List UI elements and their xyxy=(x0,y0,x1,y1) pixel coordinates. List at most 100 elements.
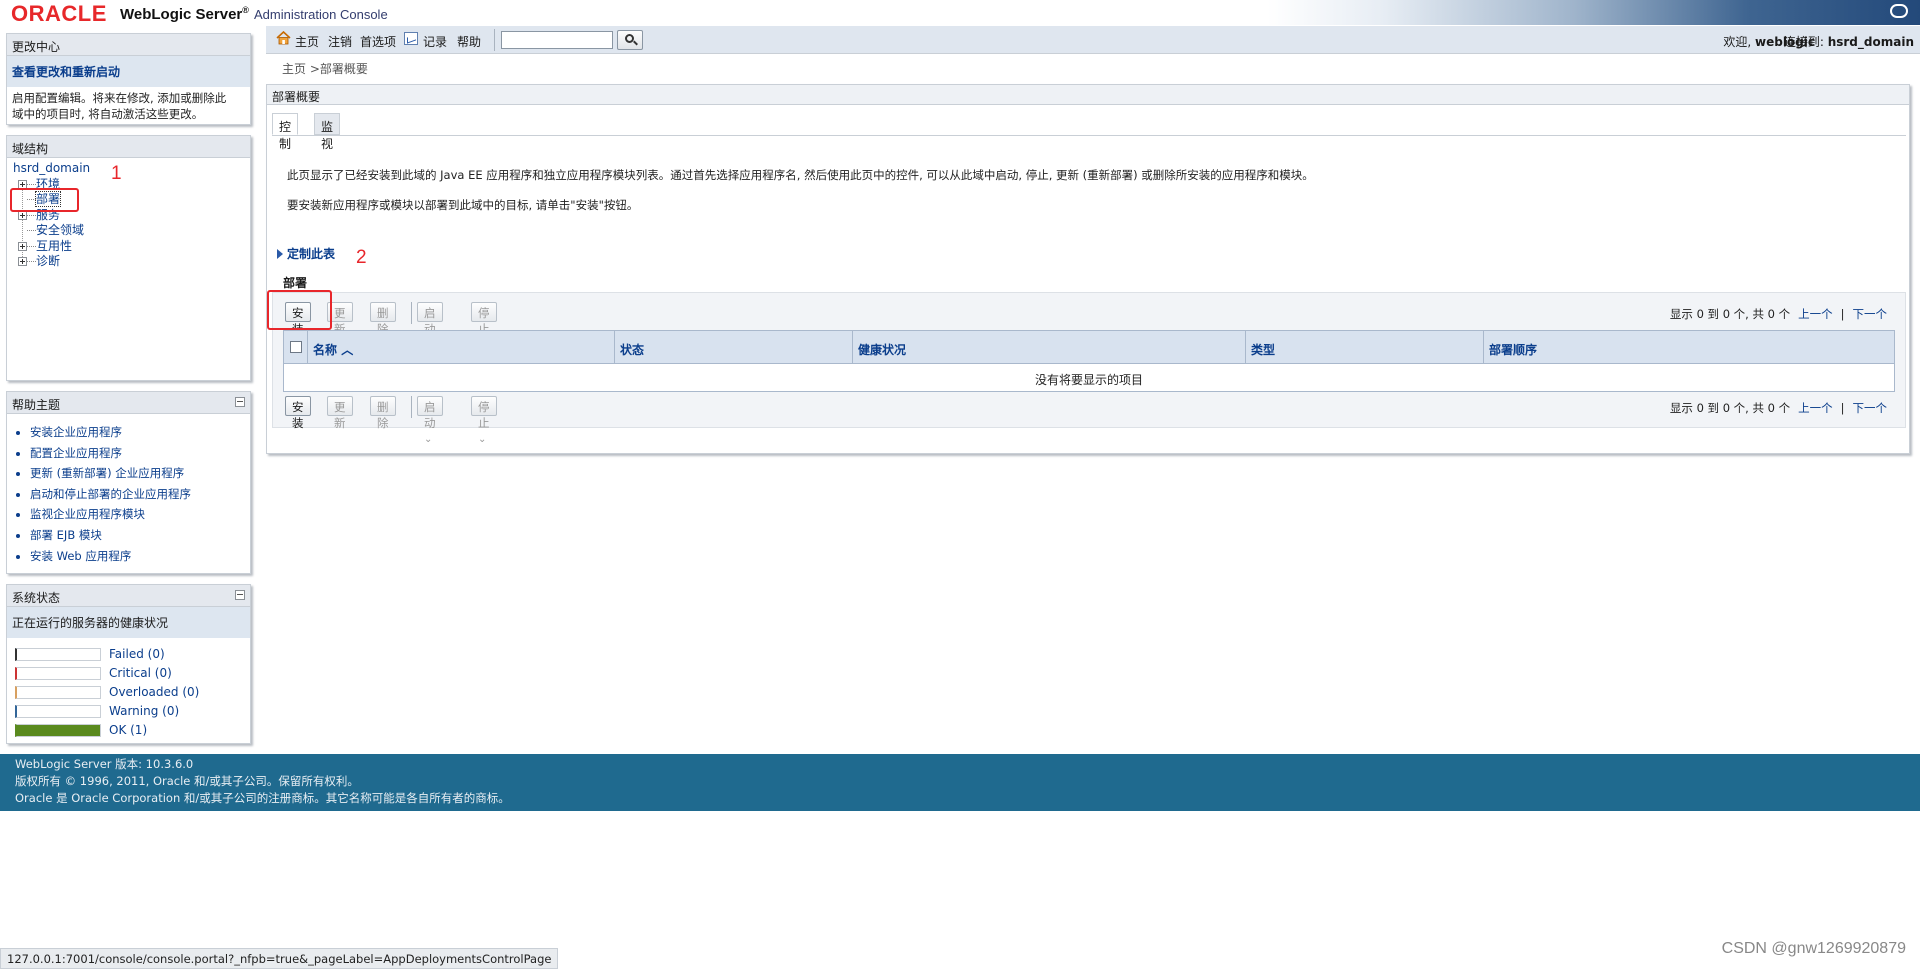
delete-button[interactable]: 删除 xyxy=(370,302,396,336)
update-button[interactable]: 更新 xyxy=(327,396,353,430)
help-topics-title: 帮助主题 xyxy=(7,392,250,414)
top-toolbar: 主页 注销 首选项 记录 帮助 欢迎, weblogic 连接到: hsrd_d… xyxy=(266,26,1920,54)
system-status-subtitle: 正在运行的服务器的健康状况 xyxy=(7,607,250,638)
watermark: CSDN @gnw1269920879 xyxy=(1721,940,1906,957)
help-link[interactable]: 帮助 xyxy=(457,33,481,50)
footer-trademark: Oracle 是 Oracle Corporation 和/或其子公司的注册商标… xyxy=(15,791,510,805)
column-type[interactable]: 类型 xyxy=(1246,331,1484,363)
page-title: 部署概要 xyxy=(267,85,1909,105)
status-bar xyxy=(15,667,101,680)
help-link[interactable]: 部署 EJB 模块 xyxy=(30,528,102,542)
help-link[interactable]: 安装 Web 应用程序 xyxy=(30,549,131,563)
annotation-box-2 xyxy=(267,290,332,330)
help-link[interactable]: 配置企业应用程序 xyxy=(30,446,122,460)
help-link[interactable]: 监视企业应用程序模块 xyxy=(30,507,145,521)
expand-icon[interactable] xyxy=(18,241,27,251)
pager-top: 显示 0 到 0 个, 共 0 个上一个 | 下一个 xyxy=(1669,307,1888,321)
column-state[interactable]: 状态 xyxy=(615,331,853,363)
annotation-number-1: 1 xyxy=(111,163,122,184)
empty-table-row: 没有将要显示的项目 xyxy=(283,364,1895,392)
preferences-link[interactable]: 首选项 xyxy=(360,33,396,50)
status-bar xyxy=(15,686,101,699)
product-name: WebLogic Server® xyxy=(120,5,249,23)
home-icon[interactable] xyxy=(276,31,291,45)
status-label[interactable]: Failed (0) xyxy=(109,647,165,661)
help-topics-panel: 帮助主题 安装企业应用程序 配置企业应用程序 更新 (重新部署) 企业应用程序 … xyxy=(6,391,251,574)
change-center-panel: 更改中心 查看更改和重新启动 启用配置编辑。将来在修改, 添加或删除此 域中的项… xyxy=(6,33,251,125)
status-row-failed: Failed (0) xyxy=(7,644,250,663)
status-row-warning: Warning (0) xyxy=(7,701,250,720)
section-title: 部署 xyxy=(283,276,308,290)
column-deployment-order[interactable]: 部署顺序 xyxy=(1484,331,1894,363)
select-all-checkbox[interactable] xyxy=(290,341,302,353)
status-row-ok: OK (1) xyxy=(7,720,250,739)
console-name: Administration Console xyxy=(254,7,388,22)
status-bar xyxy=(15,705,101,718)
status-label[interactable]: Warning (0) xyxy=(109,704,179,718)
install-hint-text: 要安装新应用程序或模块以部署到此域中的目标, 请单击"安装"按钮。 xyxy=(287,198,639,212)
app-header: ORACLE WebLogic Server® Administration C… xyxy=(0,0,1920,26)
help-topics-list: 安装企业应用程序 配置企业应用程序 更新 (重新部署) 企业应用程序 启动和停止… xyxy=(7,414,250,566)
logout-link[interactable]: 注销 xyxy=(328,33,352,50)
help-link[interactable]: 启动和停止部署的企业应用程序 xyxy=(30,487,191,501)
browser-status-url: 127.0.0.1:7001/console/console.portal?_n… xyxy=(0,948,559,969)
home-link[interactable]: 主页 xyxy=(295,33,319,50)
help-link[interactable]: 更新 (重新部署) 企业应用程序 xyxy=(30,466,184,480)
status-row-overloaded: Overloaded (0) xyxy=(7,682,250,701)
expand-icon[interactable] xyxy=(18,257,27,266)
footer-copyright: 版权所有 © 1996, 2011, Oracle 和/或其子公司。保留所有权利… xyxy=(15,774,359,788)
column-name[interactable]: 名称 ︿ xyxy=(308,331,615,363)
status-bar xyxy=(15,648,101,661)
install-button[interactable]: 安装 xyxy=(285,396,311,430)
intro-text: 此页显示了已经安装到此域的 Java EE 应用程序和独立应用程序模块列表。通过… xyxy=(287,168,1314,182)
help-link[interactable]: 安装企业应用程序 xyxy=(30,425,122,439)
select-all-cell xyxy=(284,331,308,363)
tree-item-diagnostics[interactable]: 诊断 xyxy=(10,254,247,270)
tree-item-interoperability[interactable]: 互用性 xyxy=(10,239,247,255)
sort-ascending-icon[interactable]: ︿ xyxy=(341,343,353,357)
breadcrumb-home[interactable]: 主页 xyxy=(282,62,306,76)
record-icon[interactable] xyxy=(404,32,418,45)
status-label[interactable]: Critical (0) xyxy=(109,666,172,680)
annotation-number-2: 2 xyxy=(356,247,367,268)
start-dropdown[interactable]: 启动 xyxy=(417,396,443,430)
search-input[interactable] xyxy=(501,31,613,49)
domain-tree: hsrd_domain 环境 部署 服务 安全领域 互用性 诊断 xyxy=(7,158,250,273)
domain-structure-title: 域结构 xyxy=(7,136,250,158)
collapse-icon[interactable] xyxy=(235,590,245,600)
footer-version: WebLogic Server 版本: 10.3.6.0 xyxy=(15,757,194,771)
change-center-desc: 启用配置编辑。将来在修改, 添加或删除此 域中的项目时, 将自动激活这些更改。 xyxy=(12,91,227,121)
status-label[interactable]: Overloaded (0) xyxy=(109,685,199,699)
oracle-logo: ORACLE xyxy=(11,1,107,26)
delete-button[interactable]: 删除 xyxy=(370,396,396,430)
column-health[interactable]: 健康状况 xyxy=(853,331,1246,363)
deployments-summary-box: 部署概要 控制 监视 此页显示了已经安装到此域的 Java EE 应用程序和独立… xyxy=(266,84,1910,454)
start-dropdown[interactable]: 启动 xyxy=(417,302,443,336)
domain-structure-panel: 域结构 hsrd_domain 环境 部署 服务 安全领域 互用性 诊断 xyxy=(6,135,251,381)
collapse-icon[interactable] xyxy=(235,397,245,407)
oracle-o-icon xyxy=(1890,4,1908,18)
tree-item-security-realms[interactable]: 安全领域 xyxy=(10,223,247,239)
change-center-title: 更改中心 xyxy=(7,34,250,56)
prev-link[interactable]: 上一个 xyxy=(1798,307,1833,321)
next-link[interactable]: 下一个 xyxy=(1853,307,1888,321)
status-label[interactable]: OK (1) xyxy=(109,723,147,737)
table-header: 名称 ︿ 状态 健康状况 类型 部署顺序 xyxy=(283,330,1895,364)
stop-dropdown[interactable]: 停止 xyxy=(471,396,497,430)
record-link[interactable]: 记录 xyxy=(423,33,447,50)
prev-link[interactable]: 上一个 xyxy=(1798,401,1833,415)
connected-domain: 连接到: hsrd_domain xyxy=(1783,35,1914,49)
expand-triangle-icon xyxy=(277,249,283,259)
tree-root-domain[interactable]: hsrd_domain xyxy=(13,161,90,175)
annotation-box-1 xyxy=(10,188,79,212)
tab-control[interactable]: 控制 xyxy=(272,113,299,151)
search-button[interactable] xyxy=(617,30,643,50)
breadcrumb: 主页 >部署概要 xyxy=(282,62,368,76)
next-link[interactable]: 下一个 xyxy=(1853,401,1888,415)
breadcrumb-current: 部署概要 xyxy=(319,62,368,76)
system-status-title: 系统状态 xyxy=(7,585,250,607)
view-changes-link[interactable]: 查看更改和重新启动 xyxy=(12,65,120,79)
customize-table-link[interactable]: 定制此表 xyxy=(277,245,335,262)
stop-dropdown[interactable]: 停止 xyxy=(471,302,497,336)
tab-monitoring[interactable]: 监视 xyxy=(314,113,341,151)
